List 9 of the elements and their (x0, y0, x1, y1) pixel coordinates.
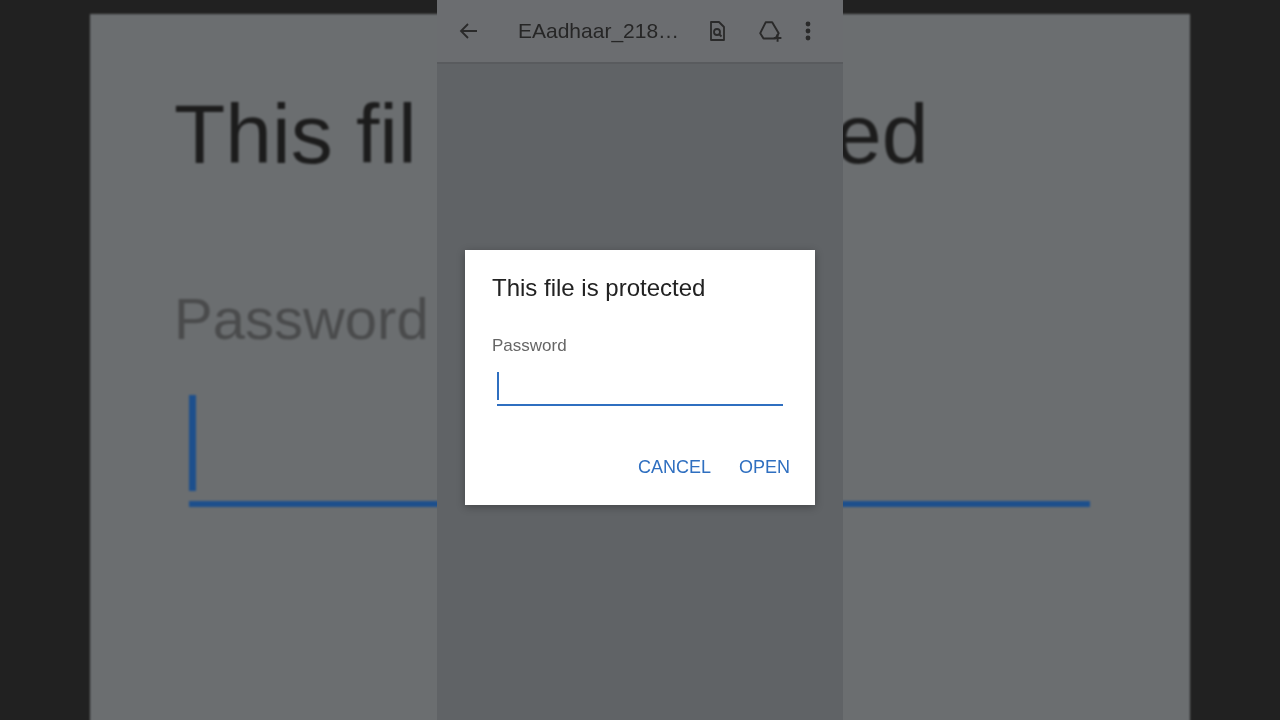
dialog-title: This file is protected (492, 274, 706, 302)
dialog-button[interactable]: OPEN (729, 453, 800, 482)
more-menu-icon[interactable] (805, 21, 812, 41)
drive-add-icon[interactable] (757, 18, 784, 44)
backdrop-title: This fil (174, 92, 417, 176)
dialog-button[interactable]: CANCEL (627, 453, 721, 482)
field-label: Password (492, 336, 567, 356)
text-cursor (497, 372, 499, 400)
file-title: EAadhaar_218… (518, 19, 680, 43)
